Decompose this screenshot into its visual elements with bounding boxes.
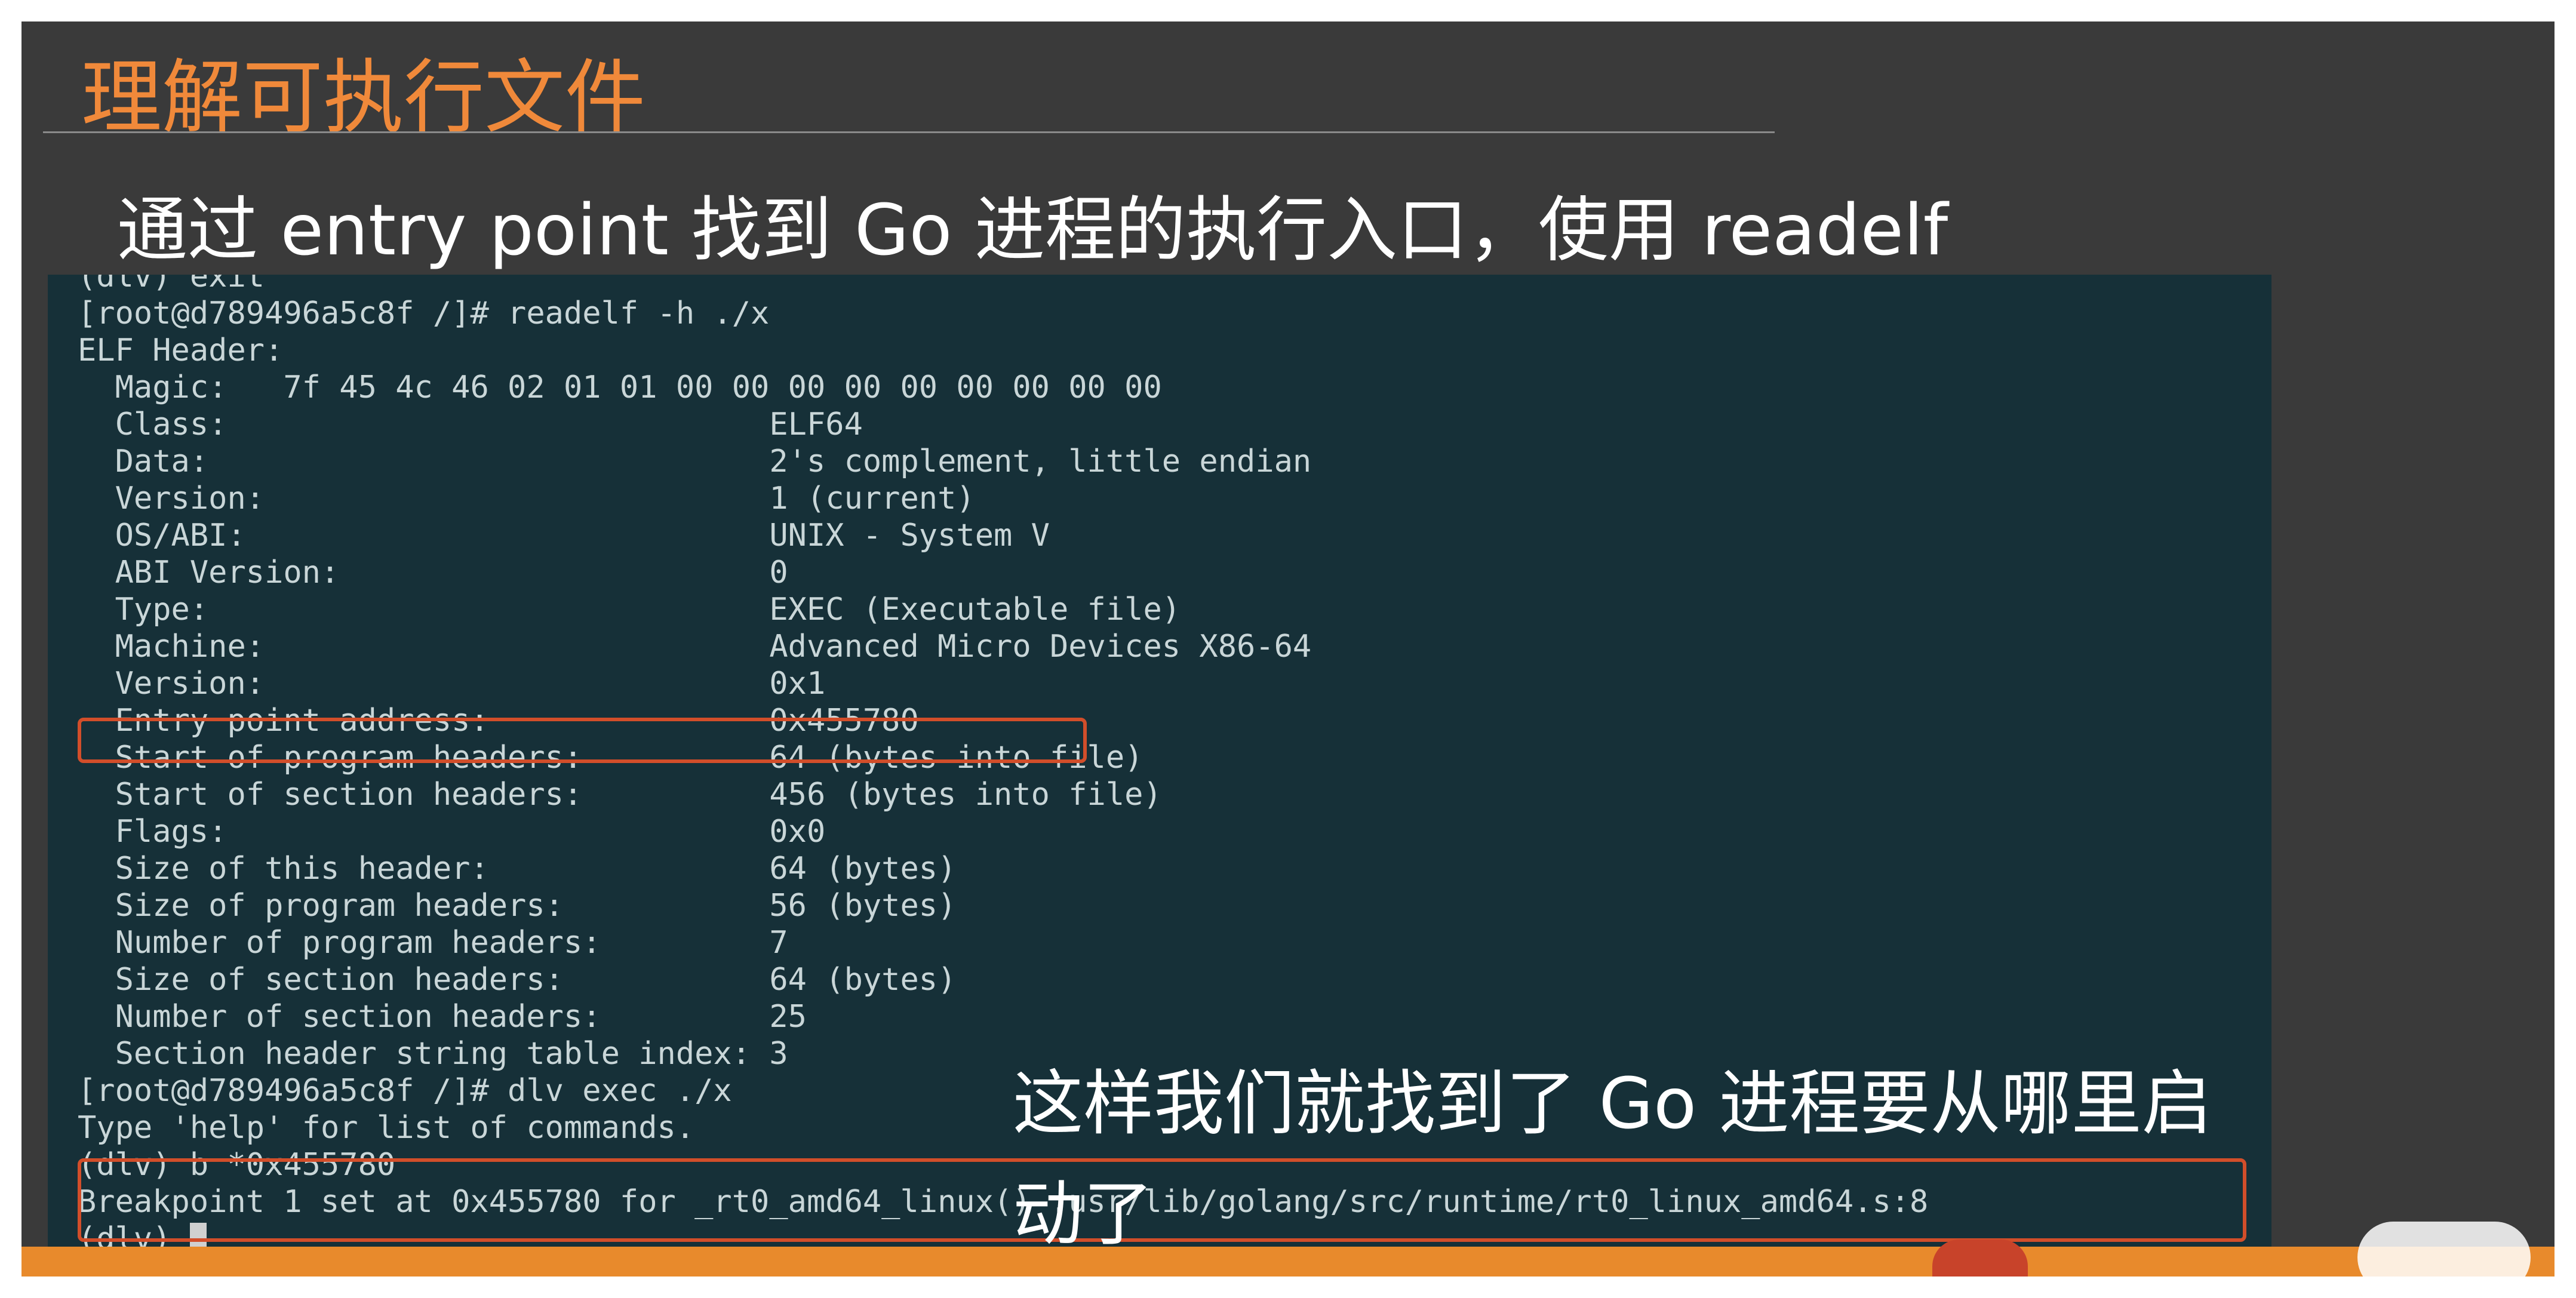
terminal-line: OS/ABI: UNIX - System V: [78, 518, 1050, 553]
terminal-line: ELF Header:: [78, 333, 284, 368]
go-logo-icon: [2357, 1222, 2531, 1277]
title-divider: [43, 131, 1775, 133]
slide-title: 理解可执行文件: [81, 51, 645, 144]
terminal-line: Magic: 7f 45 4c 46 02 01 01 00 00 00 00 …: [78, 370, 1162, 405]
terminal-line: Flags: 0x0: [78, 814, 826, 850]
entry-point-highlight: [78, 718, 1087, 763]
slide-subtitle: 通过 entry point 找到 Go 进程的执行入口，使用 readelf: [117, 189, 1948, 271]
terminal-line: Data: 2's complement, little endian: [78, 444, 1312, 479]
terminal-line: Start of section headers: 456 (bytes int…: [78, 777, 1162, 813]
terminal-line: Number of program headers: 7: [78, 925, 788, 961]
terminal-line: Type: EXEC (Executable file): [78, 592, 1181, 628]
video-caption: 这样我们就找到了 Go 进程要从哪里启 动了: [1013, 1048, 2212, 1269]
terminal-line: Size of section headers: 64 (bytes): [78, 962, 957, 998]
terminal-line: Size of program headers: 56 (bytes): [78, 888, 957, 924]
footer-strip: [21, 1247, 2555, 1277]
brand-badge-icon: [1932, 1239, 2028, 1277]
terminal-line: (dlv) exit: [78, 275, 265, 294]
terminal-line: Number of section headers: 25: [78, 999, 807, 1035]
terminal-line: Version: 1 (current): [78, 481, 975, 516]
caption-line: 这样我们就找到了 Go 进程要从哪里启: [1013, 1062, 2212, 1145]
terminal-line: Class: ELF64: [78, 407, 863, 442]
terminal-line: Machine: Advanced Micro Devices X86-64: [78, 629, 1312, 665]
slide: 理解可执行文件 通过 entry point 找到 Go 进程的执行入口，使用 …: [21, 21, 2555, 1277]
terminal-line: Size of this header: 64 (bytes): [78, 851, 957, 887]
terminal-line: [root@d789496a5c8f /]# readelf -h ./x: [78, 296, 770, 331]
terminal-line: Version: 0x1: [78, 666, 826, 702]
terminal-line: ABI Version: 0: [78, 555, 788, 590]
